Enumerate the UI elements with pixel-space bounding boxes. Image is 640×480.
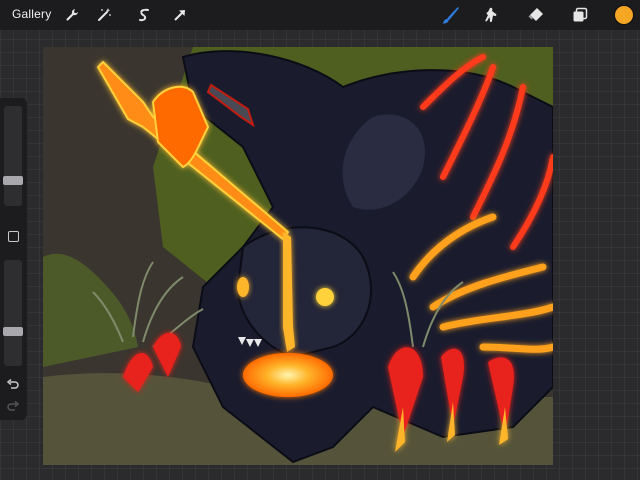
magic-wand-icon[interactable] xyxy=(93,4,115,26)
modify-button[interactable] xyxy=(8,231,19,242)
undo-icon[interactable] xyxy=(6,378,20,392)
smudge-icon[interactable] xyxy=(480,4,502,26)
lava-pool xyxy=(243,353,333,397)
gallery-button[interactable]: Gallery xyxy=(12,7,51,21)
eraser-icon[interactable] xyxy=(525,4,547,26)
color-picker-button[interactable] xyxy=(615,6,633,24)
top-toolbar: Gallery xyxy=(0,0,640,30)
brush-icon[interactable] xyxy=(440,4,462,26)
drawing-canvas[interactable] xyxy=(43,47,553,465)
opacity-thumb[interactable] xyxy=(3,327,23,336)
brush-size-slider[interactable] xyxy=(3,106,23,206)
procreate-screen: { "toolbar": { "gallery_label": "Gallery… xyxy=(0,0,640,480)
transform-arrow-icon[interactable] xyxy=(169,4,191,26)
opacity-slider[interactable] xyxy=(3,260,23,366)
sidebar xyxy=(0,98,27,420)
selection-icon[interactable] xyxy=(133,4,155,26)
brush-size-thumb[interactable] xyxy=(3,176,23,185)
redo-icon[interactable] xyxy=(6,400,20,414)
artwork-illustration xyxy=(43,47,553,465)
wrench-icon[interactable] xyxy=(61,4,83,26)
layers-icon[interactable] xyxy=(569,4,591,26)
